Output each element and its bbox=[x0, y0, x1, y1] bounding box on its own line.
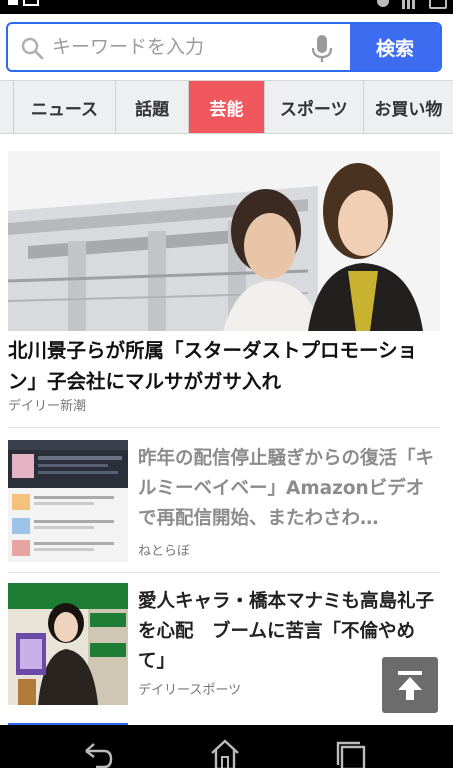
divider bbox=[8, 572, 440, 573]
back-icon[interactable] bbox=[80, 737, 114, 768]
article-source: ねとらぼ bbox=[138, 544, 191, 559]
article-source: デイリースポーツ bbox=[138, 683, 242, 698]
search-box: 検索 bbox=[6, 22, 442, 72]
wifi-icon bbox=[343, 0, 365, 9]
scroll-to-top-button[interactable] bbox=[382, 657, 438, 713]
system-nav-bar bbox=[0, 725, 453, 768]
search-button[interactable]: 検索 bbox=[350, 24, 440, 70]
category-tabs: ニュース 話題 芸能 スポーツ お買い物 bbox=[0, 80, 453, 134]
status-icons bbox=[343, 0, 447, 10]
notification-icon bbox=[6, 0, 46, 8]
hero-headline[interactable]: 北川景子らが所属「スターダストプロモーション」子会社にマルサがガサ入れ bbox=[8, 335, 440, 397]
search-input[interactable] bbox=[52, 24, 302, 70]
list-item[interactable]: 愛人キャラ・橋本マナミも高島礼子を心配 ブームに苦言「不倫やめて」 デイリースポ… bbox=[8, 583, 440, 713]
article-headline[interactable]: 昨年の配信停止騒ぎからの復活「キルミーベイベー」Amazonビデオで再配信開始、… bbox=[138, 444, 438, 534]
hero-image[interactable] bbox=[8, 151, 440, 331]
battery-icon bbox=[429, 0, 447, 9]
recent-apps-icon[interactable] bbox=[334, 737, 368, 768]
search-bar: 検索 bbox=[0, 14, 453, 80]
tab-sports[interactable]: スポーツ bbox=[265, 81, 364, 133]
tab-shopping[interactable]: お買い物 bbox=[364, 81, 453, 133]
status-bar bbox=[0, 0, 453, 14]
search-icon bbox=[21, 37, 44, 60]
arrow-up-to-top-icon bbox=[398, 671, 422, 700]
list-item[interactable]: 昨年の配信停止騒ぎからの復活「キルミーベイベー」Amazonビデオで再配信開始、… bbox=[8, 440, 440, 570]
tab-news[interactable]: ニュース bbox=[14, 81, 116, 133]
tab-entertainment[interactable]: 芸能 bbox=[189, 81, 265, 133]
hero-source: デイリー新潮 bbox=[8, 399, 87, 414]
home-icon[interactable] bbox=[208, 737, 242, 768]
article-thumbnail bbox=[8, 583, 128, 705]
article-thumbnail bbox=[8, 440, 128, 562]
settings-icon bbox=[377, 0, 389, 7]
divider bbox=[8, 427, 440, 428]
tab-topics[interactable]: 話題 bbox=[116, 81, 190, 133]
microphone-icon[interactable] bbox=[310, 34, 334, 64]
article-list: 北川景子らが所属「スターダストプロモーション」子会社にマルサがガサ入れ デイリー… bbox=[0, 135, 453, 725]
tab-edge bbox=[0, 81, 14, 133]
signal-icon bbox=[402, 0, 415, 9]
